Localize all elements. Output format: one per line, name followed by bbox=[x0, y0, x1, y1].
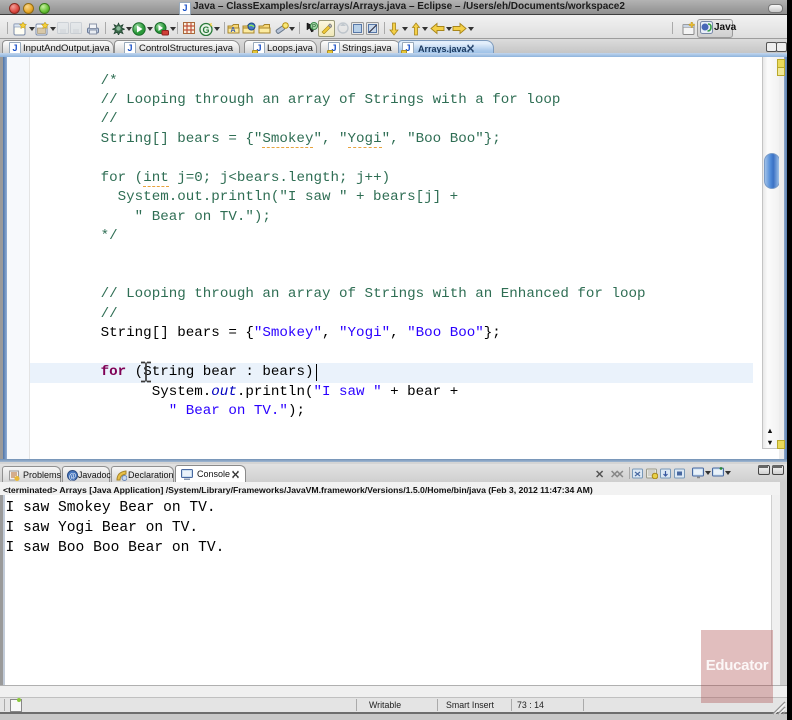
svg-text:G: G bbox=[202, 25, 209, 35]
svg-text:@: @ bbox=[69, 472, 76, 481]
svg-text:A: A bbox=[230, 27, 235, 34]
svg-text:P: P bbox=[312, 25, 316, 31]
